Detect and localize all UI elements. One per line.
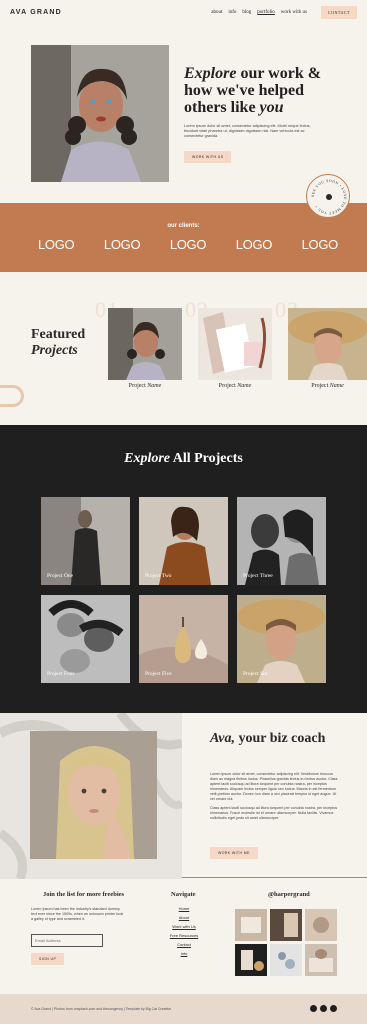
footer-link-info[interactable]: Info: [181, 951, 188, 956]
instagram-photo[interactable]: [305, 909, 337, 941]
footer-link-work[interactable]: Work with Us: [172, 924, 195, 929]
nav-about[interactable]: about: [211, 10, 222, 15]
projects-grid: Project One Project Two Project Three Pr…: [41, 497, 326, 683]
site-logo[interactable]: AVA GRAND: [10, 9, 62, 16]
decorative-arch: [0, 385, 24, 407]
newsletter-body: Lorem Ipsum has been the industry's stan…: [31, 907, 124, 921]
coach-photo: [30, 731, 157, 859]
featured-heading: Featured Projects: [31, 327, 86, 358]
featured-caption[interactable]: Project Name: [108, 383, 182, 389]
newsletter-title: Join the list for more freebies: [43, 891, 125, 898]
project-tile[interactable]: Project Two: [139, 497, 228, 585]
instagram-photo[interactable]: [235, 944, 267, 976]
pinterest-icon[interactable]: [330, 1005, 337, 1012]
contact-button[interactable]: CONTACT: [320, 6, 357, 19]
project-tile-label: Project Four: [47, 671, 75, 677]
project-tile-label: Project One: [47, 573, 74, 579]
social-links: [310, 1005, 337, 1012]
footer-link-about[interactable]: About: [179, 915, 189, 920]
coach-section: Ava, your biz coach Lorem ipsum dolor si…: [0, 713, 367, 879]
explore-heading: Explore All Projects: [124, 451, 243, 466]
client-logo: LOGO: [103, 237, 141, 252]
project-tile-label: Project Three: [243, 573, 273, 579]
nav-portfolio[interactable]: portfolio: [257, 10, 275, 15]
hero-heading: Explore our work & how we've helped othe…: [184, 65, 322, 116]
instagram-grid: [235, 909, 337, 976]
instagram-handle[interactable]: @harpergrand: [268, 891, 310, 898]
instagram-photo[interactable]: [235, 909, 267, 941]
site-header: AVA GRAND about info blog portfolio work…: [0, 0, 367, 25]
coach-heading: Ava, your biz coach: [210, 731, 326, 746]
divider: [182, 877, 367, 878]
hero-body: Lorem ipsum dolor sit amet, consectetur …: [184, 124, 311, 138]
featured-image-2[interactable]: [198, 308, 272, 380]
footer-nav-title: Navigate: [171, 891, 196, 898]
featured-projects: Featured Projects 01 02 03 Project Name P…: [0, 272, 367, 425]
featured-image-3[interactable]: [288, 308, 367, 380]
instagram-photo[interactable]: [305, 944, 337, 976]
coach-body: Lorem ipsum dolor sit amet, consectetur …: [210, 772, 338, 820]
project-tile[interactable]: Project Four: [41, 595, 130, 683]
signup-button[interactable]: SIGN UP: [31, 953, 65, 965]
copyright-text: © Ava Grand | Photos from unsplash.com a…: [31, 1007, 172, 1011]
footer: Join the list for more freebies Lorem Ip…: [0, 879, 367, 994]
main-nav: about info blog portfolio work with us C…: [211, 6, 357, 19]
facebook-icon[interactable]: [310, 1005, 317, 1012]
footer-link-home[interactable]: Home: [179, 906, 190, 911]
work-with-me-button[interactable]: WORK WITH ME: [210, 847, 258, 859]
project-tile-label: Project Five: [145, 671, 172, 677]
instagram-icon[interactable]: [320, 1005, 327, 1012]
nav-work-with-us[interactable]: work with us: [281, 10, 307, 15]
project-tile-label: Project Two: [145, 573, 172, 579]
project-tile-label: Project Six: [243, 671, 268, 677]
featured-caption[interactable]: Project Name: [198, 383, 272, 389]
client-logo: LOGO: [235, 237, 273, 252]
client-logo: LOGO: [38, 237, 75, 252]
nav-blog[interactable]: blog: [242, 10, 251, 15]
featured-caption[interactable]: Project Name: [288, 383, 367, 389]
circular-badge: SEE YOU SOON • LOVE TO MEET YOU •: [306, 174, 350, 218]
nav-info[interactable]: info: [228, 10, 236, 15]
footer-nav: Home About Work with Us Free Resources C…: [164, 906, 204, 956]
coach-background: [0, 713, 182, 879]
client-logo: LOGO: [169, 237, 207, 252]
featured-image-1[interactable]: [108, 308, 182, 380]
footer-link-contact[interactable]: Contact: [177, 942, 191, 947]
project-tile[interactable]: Project Three: [237, 497, 326, 585]
work-with-us-button[interactable]: WORK WITH US: [184, 151, 232, 163]
project-tile[interactable]: Project Five: [139, 595, 228, 683]
instagram-photo[interactable]: [270, 944, 302, 976]
client-logos: LOGO LOGO LOGO LOGO LOGO: [38, 237, 338, 252]
instagram-photo[interactable]: [270, 909, 302, 941]
explore-projects: Explore All Projects Project One Project…: [0, 425, 367, 713]
project-tile[interactable]: Project One: [41, 497, 130, 585]
footer-link-resources[interactable]: Free Resources: [170, 933, 198, 938]
hero-image: [31, 45, 169, 182]
clients-title: our clients:: [167, 223, 200, 229]
client-logo: LOGO: [301, 237, 339, 252]
email-field[interactable]: [31, 934, 103, 947]
project-tile[interactable]: Project Six: [237, 595, 326, 683]
bottom-bar: © Ava Grand | Photos from unsplash.com a…: [0, 994, 367, 1024]
